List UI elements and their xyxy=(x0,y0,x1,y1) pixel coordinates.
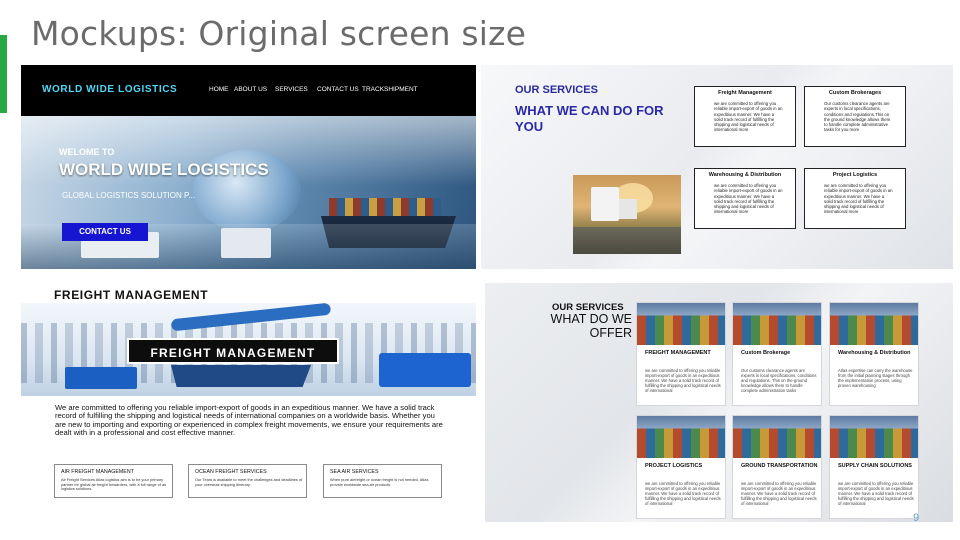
containers-image xyxy=(637,416,725,458)
service-box-body: we are committed to offering you reliabl… xyxy=(824,183,893,215)
air-freight-card[interactable]: AIR FREIGHT MANAGEMENT Air Freight Servi… xyxy=(54,464,173,498)
containers-image xyxy=(733,416,821,458)
service-box-title: Warehousing & Distribution xyxy=(708,172,782,178)
nav-trackshipment[interactable]: TRACKSHIPMENT xyxy=(362,86,418,93)
truck-graphic-2 xyxy=(379,353,471,387)
tile-title: FREIGHT MANAGEMENT xyxy=(645,350,711,356)
hero-welcome: WELOME TO xyxy=(59,147,115,157)
tile-body: Atlas expertise can carry the warehouse … xyxy=(838,368,913,388)
sea-air-card[interactable]: SEA AIR SERVICES When pure airfreight or… xyxy=(323,464,442,498)
tile-title: Custom Brokerage xyxy=(741,350,791,356)
card-body: Our Team is available to meet the challe… xyxy=(195,477,303,487)
nav-about-us[interactable]: ABOUT US xyxy=(234,86,267,93)
service-tile-warehousing[interactable]: Warehousing & Distribution Atlas experti… xyxy=(829,302,919,406)
service-tile-project[interactable]: PROJECT LOGISTICS we are committed to of… xyxy=(636,415,726,519)
service-tile-ground[interactable]: GROUND TRANSPORTATION we are committed t… xyxy=(732,415,822,519)
truck-graphic-2 xyxy=(221,228,271,258)
nav-home[interactable]: HOME xyxy=(209,86,229,93)
freight-page-title: FREIGHT MANAGEMENT xyxy=(54,288,209,302)
nav-services[interactable]: SERVICES xyxy=(275,86,308,93)
services-mockup: OUR SERVICES WHAT WE CAN DO FOR YOU Frei… xyxy=(481,65,953,269)
service-box-freight[interactable]: Freight Management we are committed to o… xyxy=(694,86,796,147)
tile-body: we are committed to offering you reliabl… xyxy=(645,368,721,393)
containers-image xyxy=(733,303,821,345)
homepage-mockup: WORLD WIDE LOGISTICS HOME ABOUT US SERVI… xyxy=(21,65,476,269)
slide-title: Mockups: Original screen size xyxy=(31,14,527,53)
service-box-body: we are committed to offering you reliabl… xyxy=(714,101,783,133)
page-number: 9 xyxy=(913,512,920,524)
hero-subtitle: GLOBAL LOGISTICS SOLUTION P... xyxy=(62,191,195,200)
offer-heading: WHAT DO WE OFFER xyxy=(550,312,632,340)
services-grid-mockup: OUR SERVICES WHAT DO WE OFFER FREIGHT MA… xyxy=(485,283,953,522)
site-header: WORLD WIDE LOGISTICS HOME ABOUT US SERVI… xyxy=(21,65,476,116)
freight-management-mockup: FREIGHT MANAGEMENT FREIGHT MANAGEMENT We… xyxy=(21,283,476,520)
service-box-body: Our customs clearance agents are experts… xyxy=(824,101,891,133)
card-body: When pure airfreight or ocean freight is… xyxy=(330,477,429,487)
service-box-project[interactable]: Project Logistics we are committed to of… xyxy=(804,168,906,229)
tile-title: SUPPLY CHAIN SOLUTIONS xyxy=(838,463,912,469)
tile-title: Warehousing & Distribution xyxy=(838,350,911,356)
service-box-warehousing[interactable]: Warehousing & Distribution we are commit… xyxy=(694,168,796,229)
card-title: SEA AIR SERVICES xyxy=(330,469,379,475)
tile-body: we are committed to offering you reliabl… xyxy=(741,481,817,506)
service-box-title: Project Logistics xyxy=(832,172,878,178)
ocean-freight-card[interactable]: OCEAN FREIGHT SERVICES Our Team is avail… xyxy=(188,464,307,498)
truck-graphic-2 xyxy=(619,199,637,219)
service-box-title: Freight Management xyxy=(718,90,772,96)
ship-graphic xyxy=(171,365,311,387)
tile-title: GROUND TRANSPORTATION xyxy=(741,463,818,469)
services-heading: WHAT WE CAN DO FOR YOU xyxy=(515,103,664,134)
banner-label: FREIGHT MANAGEMENT xyxy=(127,338,339,364)
tile-body: Our customs clearance agents are experts… xyxy=(741,368,817,393)
hero-headline: WORLD WIDE LOGISTICS xyxy=(59,160,269,179)
service-tile-custom[interactable]: Custom Brokerage Our customs clearance a… xyxy=(732,302,822,406)
tile-title: PROJECT LOGISTICS xyxy=(645,463,703,469)
service-tile-supply-chain[interactable]: SUPPLY CHAIN SOLUTIONS we are committed … xyxy=(829,415,919,519)
containers-image xyxy=(830,416,918,458)
truck-graphic xyxy=(65,367,137,389)
tile-body: we are committed to offering you reliabl… xyxy=(838,481,914,506)
truck-graphic xyxy=(591,187,619,221)
containers-image xyxy=(830,303,918,345)
service-box-customs[interactable]: Custom Brokerages Our customs clearance … xyxy=(804,86,906,147)
card-title: OCEAN FREIGHT SERVICES xyxy=(195,469,267,475)
services-kicker: OUR SERVICES xyxy=(515,84,598,96)
contact-us-button[interactable]: CONTACT US xyxy=(62,223,148,241)
site-logo[interactable]: WORLD WIDE LOGISTICS xyxy=(42,84,177,95)
ship-containers xyxy=(329,198,441,216)
tile-body: we are committed to offering you reliabl… xyxy=(645,481,721,506)
service-tile-freight[interactable]: FREIGHT MANAGEMENT we are committed to o… xyxy=(636,302,726,406)
nav-contact-us[interactable]: CONTACT US xyxy=(317,86,359,93)
freight-description: We are committed to offering you reliabl… xyxy=(55,403,443,438)
card-body: Air Freight Services Atlas logistics aim… xyxy=(61,477,167,491)
service-box-title: Custom Brokerages xyxy=(828,90,882,96)
containers-image xyxy=(637,303,725,345)
trucks-photo xyxy=(573,175,681,254)
service-box-body: we are committed to offering you reliabl… xyxy=(714,183,783,215)
freight-banner: FREIGHT MANAGEMENT xyxy=(21,303,476,396)
road xyxy=(573,227,681,254)
accent-bar xyxy=(0,35,7,113)
card-title: AIR FREIGHT MANAGEMENT xyxy=(61,469,134,475)
